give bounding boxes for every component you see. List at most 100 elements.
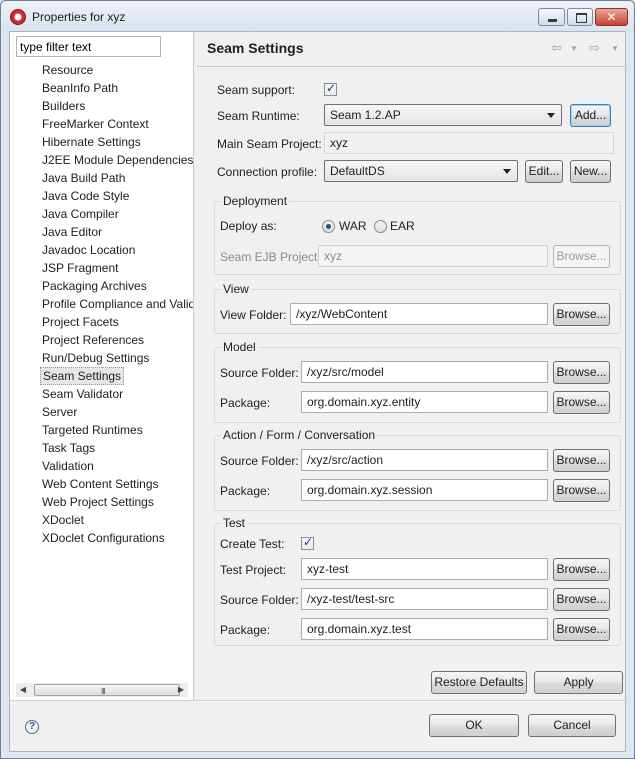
- seam-ejb-project-label: Seam EJB Project:: [220, 250, 321, 264]
- edit-profile-button[interactable]: Edit...: [525, 160, 563, 183]
- connection-profile-select[interactable]: DefaultDS: [324, 160, 518, 182]
- action-package-field[interactable]: org.domain.xyz.session: [301, 479, 548, 501]
- cancel-button[interactable]: Cancel: [528, 714, 616, 737]
- apply-button[interactable]: Apply: [534, 671, 623, 694]
- new-profile-button[interactable]: New...: [570, 160, 611, 183]
- scrollbar-thumb[interactable]: III: [34, 684, 180, 696]
- model-package-label: Package:: [220, 396, 271, 410]
- chevron-down-icon: [547, 113, 555, 118]
- browse-model-package-button[interactable]: Browse...: [553, 391, 610, 414]
- tree-item[interactable]: Builders: [40, 97, 87, 115]
- seam-support-label: Seam support:: [217, 83, 296, 97]
- add-runtime-button[interactable]: Add...: [570, 104, 611, 127]
- properties-dialog: Properties for xyz ✕ type filter text Re…: [0, 0, 635, 759]
- browse-test-project-button[interactable]: Browse...: [553, 558, 610, 581]
- tree-item[interactable]: JSP Fragment: [40, 259, 120, 277]
- scroll-right-icon[interactable]: ▶: [176, 685, 186, 695]
- ok-button[interactable]: OK: [429, 714, 519, 737]
- seam-runtime-select[interactable]: Seam 1.2.AP: [324, 104, 562, 126]
- action-group-title: Action / Form / Conversation: [221, 428, 378, 442]
- tree-item[interactable]: Hibernate Settings: [40, 133, 143, 151]
- create-test-checkbox[interactable]: [301, 535, 314, 550]
- scroll-left-icon[interactable]: ◀: [18, 685, 28, 695]
- test-package-field[interactable]: org.domain.xyz.test: [301, 618, 548, 640]
- deploy-as-label: Deploy as:: [220, 219, 277, 233]
- browse-model-source-button[interactable]: Browse...: [553, 361, 610, 384]
- model-source-folder-field[interactable]: /xyz/src/model: [301, 361, 548, 383]
- tree-item[interactable]: J2EE Module Dependencies: [40, 151, 193, 169]
- seam-runtime-value: Seam 1.2.AP: [330, 108, 401, 122]
- tree-item[interactable]: Javadoc Location: [40, 241, 137, 259]
- tree-item[interactable]: Web Project Settings: [40, 493, 156, 511]
- tree-item[interactable]: BeanInfo Path: [40, 79, 120, 97]
- browse-test-package-button[interactable]: Browse...: [553, 618, 610, 641]
- tree-item[interactable]: Packaging Archives: [40, 277, 149, 295]
- tree-item[interactable]: XDoclet Configurations: [40, 529, 167, 547]
- main-seam-project-label: Main Seam Project:: [217, 137, 322, 151]
- deployment-group-title: Deployment: [221, 194, 290, 208]
- filter-input[interactable]: type filter text: [16, 36, 161, 57]
- tree-item[interactable]: Java Editor: [40, 223, 104, 241]
- model-group-title: Model: [221, 340, 258, 354]
- tree-item[interactable]: Java Compiler: [40, 205, 121, 223]
- tree-item[interactable]: Validation: [40, 457, 96, 475]
- dialog-client-area: type filter text Resource BeanInfo Path Bu…: [9, 31, 627, 752]
- tree-item[interactable]: Targeted Runtimes: [40, 421, 145, 439]
- tree-item[interactable]: Web Content Settings: [40, 475, 161, 493]
- test-source-folder-label: Source Folder:: [220, 593, 299, 607]
- action-package-label: Package:: [220, 484, 271, 498]
- maximize-button[interactable]: [567, 8, 593, 26]
- help-icon[interactable]: ?: [25, 720, 39, 734]
- connection-profile-value: DefaultDS: [330, 164, 385, 178]
- navigation-pane: type filter text Resource BeanInfo Path Bu…: [10, 32, 194, 700]
- close-button[interactable]: ✕: [595, 8, 628, 26]
- browse-view-folder-button[interactable]: Browse...: [553, 303, 610, 326]
- tree-item[interactable]: Java Code Style: [40, 187, 131, 205]
- title-bar[interactable]: Properties for xyz ✕: [1, 1, 634, 31]
- main-seam-project-field[interactable]: xyz: [324, 132, 614, 154]
- seam-support-checkbox[interactable]: [324, 81, 337, 96]
- tree-item[interactable]: Run/Debug Settings: [40, 349, 151, 367]
- page-title: Seam Settings: [207, 40, 304, 56]
- seam-runtime-label: Seam Runtime:: [217, 109, 300, 123]
- tree-item[interactable]: Resource: [40, 61, 95, 79]
- back-arrow-icon[interactable]: ⇦: [551, 40, 562, 56]
- war-radio[interactable]: [322, 220, 335, 233]
- eclipse-icon: [10, 9, 26, 25]
- war-label[interactable]: WAR: [339, 218, 367, 234]
- model-package-field[interactable]: org.domain.xyz.entity: [301, 391, 548, 413]
- restore-defaults-button[interactable]: Restore Defaults: [431, 671, 527, 694]
- tree-item[interactable]: FreeMarker Context: [40, 115, 151, 133]
- ear-radio[interactable]: [374, 220, 387, 233]
- tree-item[interactable]: Task Tags: [40, 439, 97, 457]
- test-source-folder-field[interactable]: /xyz-test/test-src: [301, 588, 548, 610]
- horizontal-scrollbar[interactable]: ◀ III ▶: [16, 683, 188, 697]
- view-folder-field[interactable]: /xyz/WebContent: [290, 303, 548, 325]
- tree-item[interactable]: Server: [40, 403, 79, 421]
- browse-test-source-button[interactable]: Browse...: [553, 588, 610, 611]
- scrollbar-grip: III: [101, 687, 106, 696]
- tree-item[interactable]: Profile Compliance and Validation: [40, 295, 193, 313]
- browse-ejb-button[interactable]: Browse...: [553, 245, 610, 268]
- tree-item[interactable]: Project References: [40, 331, 146, 349]
- property-page-tree: Resource BeanInfo Path Builders FreeMarker …: [10, 61, 193, 681]
- tree-item[interactable]: Seam Settings: [40, 367, 125, 385]
- model-source-folder-label: Source Folder:: [220, 366, 299, 380]
- tree-item[interactable]: Seam Validator: [40, 385, 125, 403]
- test-project-field[interactable]: xyz-test: [301, 558, 548, 580]
- back-history-dropdown-icon[interactable]: ▼: [570, 44, 578, 53]
- tree-item[interactable]: Project Facets: [40, 313, 121, 331]
- browse-action-package-button[interactable]: Browse...: [553, 479, 610, 502]
- window-title: Properties for xyz: [32, 10, 126, 24]
- forward-arrow-icon[interactable]: ⇨: [589, 40, 600, 56]
- action-source-folder-field[interactable]: /xyz/src/action: [301, 449, 548, 471]
- test-package-label: Package:: [220, 623, 271, 637]
- view-menu-dropdown-icon[interactable]: ▼: [611, 44, 619, 53]
- browse-action-source-button[interactable]: Browse...: [553, 449, 610, 472]
- ear-label[interactable]: EAR: [390, 218, 415, 234]
- tree-item[interactable]: Java Build Path: [40, 169, 127, 187]
- close-icon: ✕: [606, 10, 617, 24]
- minimize-button[interactable]: [538, 8, 565, 26]
- tree-item[interactable]: XDoclet: [40, 511, 86, 529]
- seam-ejb-project-field[interactable]: xyz: [318, 245, 548, 267]
